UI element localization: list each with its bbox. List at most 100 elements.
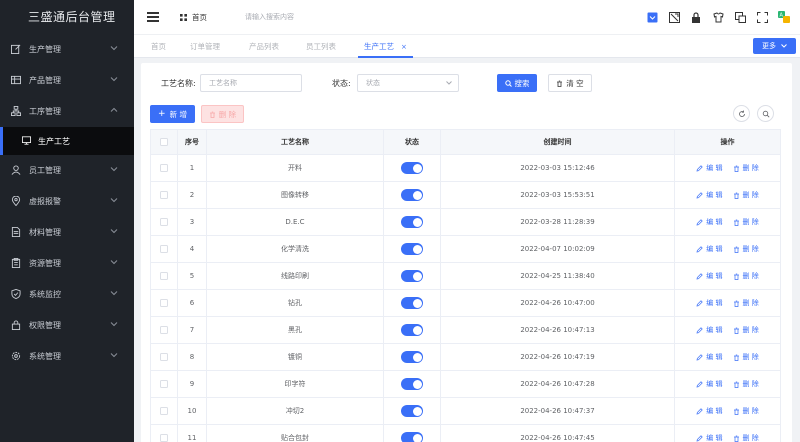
delete-button[interactable]: 删 除 [733,190,759,200]
status-switch[interactable] [401,405,423,417]
delete-button[interactable]: 删 除 [733,298,759,308]
sidebar-item-label: 权限管理 [29,321,61,330]
tab-4[interactable]: 生产工艺 × [358,35,413,58]
batch-delete-button[interactable]: 删 除 [201,105,244,123]
sidebar-item-7[interactable]: 系统监控 [0,279,134,310]
tab-1[interactable]: 订单管理 [190,35,220,58]
lock-icon[interactable] [690,11,702,23]
edit-button[interactable]: 编 辑 [696,406,723,416]
sidebar-item-4[interactable]: 虚报报警 [0,186,134,217]
theme-select-icon[interactable] [646,11,658,23]
edit-icon [696,218,703,225]
layout-icon[interactable] [734,11,746,23]
row-checkbox[interactable] [160,272,168,280]
status-switch[interactable] [401,270,423,282]
refresh-button[interactable] [733,105,750,122]
edit-label: 编 辑 [706,353,723,361]
close-icon[interactable]: × [401,43,407,51]
cell-no: 1 [178,155,207,181]
sidebar-item-5[interactable]: 材料管理 [0,217,134,248]
status-switch[interactable] [401,243,423,255]
row-checkbox[interactable] [160,191,168,199]
name-filter-input[interactable]: 工艺名称 [200,74,302,92]
more-button[interactable]: 更多 [753,38,796,54]
cell-status [384,209,441,235]
column-header-created: 创建时间 [441,130,675,154]
cell-actions: 编 辑删 除 [675,371,780,397]
delete-button[interactable]: 删 除 [733,379,759,389]
sidebar-item-9[interactable]: 系统管理 [0,341,134,372]
tab-0[interactable]: 首页 [151,35,166,58]
search-button[interactable]: 搜索 [497,74,537,92]
delete-button[interactable]: 删 除 [733,325,759,335]
skin-icon[interactable] [712,11,724,23]
delete-button[interactable]: 删 除 [733,244,759,254]
delete-button[interactable]: 删 除 [733,433,759,442]
edit-button[interactable]: 编 辑 [696,217,723,227]
row-checkbox[interactable] [160,218,168,226]
edit-button[interactable]: 编 辑 [696,298,723,308]
sidebar-item-3[interactable]: 员工管理 [0,155,134,186]
edit-button[interactable]: 编 辑 [696,271,723,281]
edit-button[interactable]: 编 辑 [696,244,723,254]
delete-button[interactable]: 删 除 [733,217,759,227]
row-checkbox[interactable] [160,353,168,361]
edit-button[interactable]: 编 辑 [696,352,723,362]
row-checkbox[interactable] [160,380,168,388]
status-switch[interactable] [401,324,423,336]
fullscreen-icon[interactable] [756,11,768,23]
sidebar-item-6[interactable]: 资源管理 [0,248,134,279]
tab-3[interactable]: 员工列表 [306,35,336,58]
status-filter-placeholder: 状态 [366,79,380,87]
status-filter-select[interactable]: 状态 [357,74,459,92]
sidebar-item-0[interactable]: 生产管理 [0,34,134,65]
delete-button[interactable]: 删 除 [733,352,759,362]
cell-created: 2022-04-26 10:47:28 [441,371,675,397]
status-switch[interactable] [401,162,423,174]
status-switch[interactable] [401,297,423,309]
edit-button[interactable]: 编 辑 [696,379,723,389]
cell-name: 印字符 [207,371,384,397]
edit-button[interactable]: 编 辑 [696,433,723,442]
global-search-input[interactable]: 请输入搜索内容 [245,12,294,22]
edit-button[interactable]: 编 辑 [696,325,723,335]
trash-icon [733,219,739,226]
tab-label: 首页 [151,42,166,51]
cell-created: 2022-03-28 11:28:39 [441,209,675,235]
add-button[interactable]: + 新 增 [150,105,195,123]
sidebar-item-1[interactable]: 产品管理 [0,65,134,96]
status-switch[interactable] [401,378,423,390]
breadcrumb[interactable]: 首页 [180,12,207,23]
sidebar-item-8[interactable]: 权限管理 [0,310,134,341]
name-filter-label: 工艺名称: [161,79,196,88]
language-icon[interactable]: A [778,11,790,23]
menu-toggle-icon[interactable] [147,12,159,22]
status-switch[interactable] [401,432,423,442]
status-switch[interactable] [401,351,423,363]
reset-button[interactable]: 清 空 [548,74,592,92]
status-switch[interactable] [401,216,423,228]
delete-button[interactable]: 删 除 [733,406,759,416]
cell-created: 2022-04-26 10:47:37 [441,398,675,424]
edit-button[interactable]: 编 辑 [696,190,723,200]
row-checkbox[interactable] [160,245,168,253]
delete-button[interactable]: 删 除 [733,163,759,173]
row-checkbox[interactable] [160,434,168,442]
row-select-cell [151,155,178,181]
trash-icon [733,165,739,172]
sidebar-subitem-active[interactable]: 生产工艺 [0,127,134,155]
tab-2[interactable]: 产品列表 [249,35,279,58]
sidebar-item-2[interactable]: 工序管理 [0,96,134,127]
select-all-checkbox[interactable] [160,138,168,146]
edit-icon [696,434,703,441]
edit-button[interactable]: 编 辑 [696,163,723,173]
header-actions: A [646,0,800,34]
delete-button[interactable]: 删 除 [733,271,759,281]
status-switch[interactable] [401,189,423,201]
row-checkbox[interactable] [160,164,168,172]
toggle-search-button[interactable] [757,105,774,122]
row-checkbox[interactable] [160,407,168,415]
row-checkbox[interactable] [160,326,168,334]
row-checkbox[interactable] [160,299,168,307]
screenshot-icon[interactable] [668,11,680,23]
